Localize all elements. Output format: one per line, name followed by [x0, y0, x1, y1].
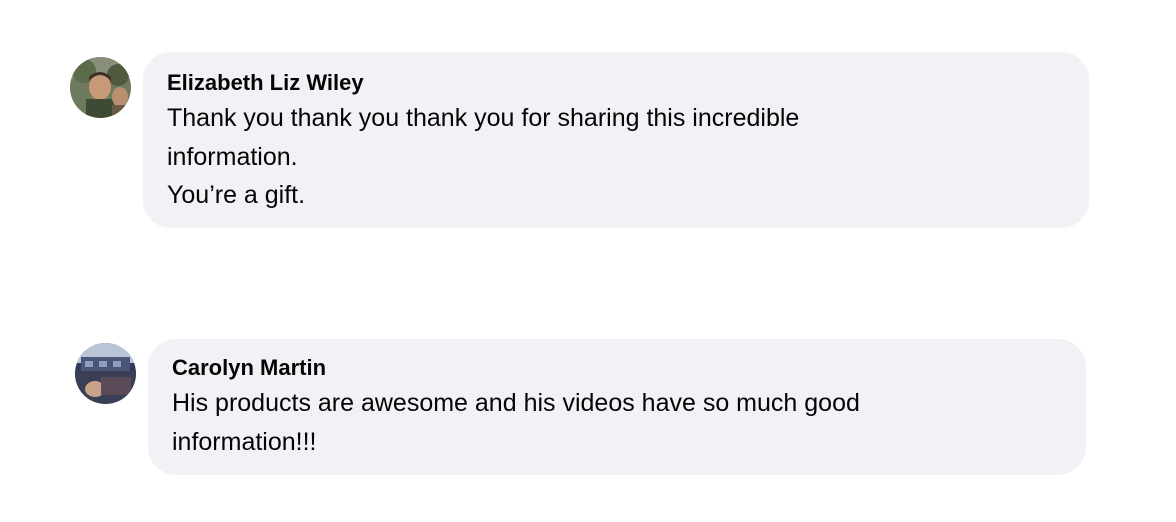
comment-bubble: Elizabeth Liz Wiley Thank you thank you … [143, 52, 1089, 228]
comment-text: Thank you thank you thank you for sharin… [167, 99, 799, 215]
comment-text-line: information!!! [172, 427, 317, 456]
comment-text: His products are awesome and his videos … [172, 384, 860, 461]
comment-text-line: You’re a gift. [167, 181, 306, 209]
comment-author[interactable]: Elizabeth Liz Wiley [167, 70, 364, 96]
comment-author[interactable]: Carolyn Martin [172, 355, 326, 381]
comment-text-line: His products are awesome and his videos … [172, 389, 860, 417]
profile-photo-icon [75, 343, 136, 404]
avatar[interactable] [75, 343, 136, 404]
comment-text-line: Thank you thank you thank you for sharin… [167, 104, 800, 132]
comment-text-line: information. [167, 142, 298, 171]
avatar[interactable] [70, 57, 131, 118]
comment-bubble: Carolyn Martin His products are awesome … [148, 339, 1086, 475]
profile-photo-icon [70, 57, 131, 118]
